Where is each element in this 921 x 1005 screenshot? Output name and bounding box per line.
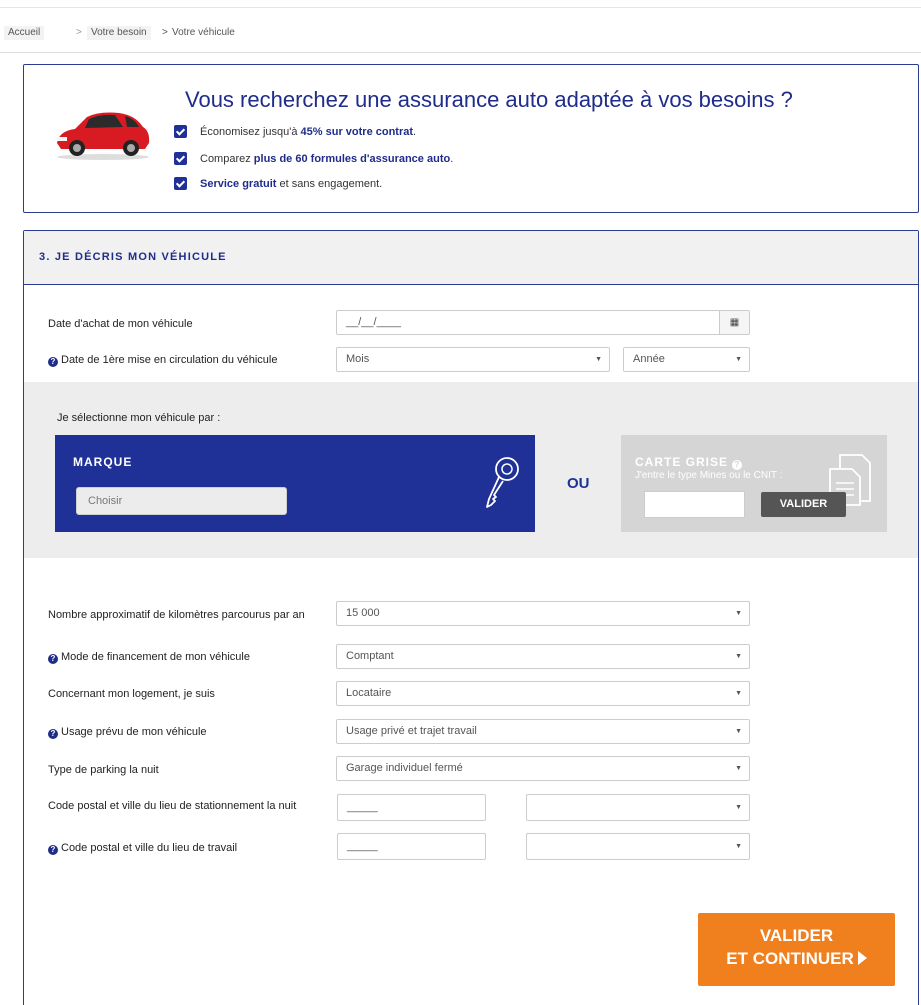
brand-title: MARQUE	[73, 455, 133, 469]
usage-label: ? Usage prévu de mon véhicule	[48, 725, 207, 739]
promo-banner: Vous recherchez une assurance auto adapt…	[23, 64, 919, 213]
work-postcode-value: _____	[347, 840, 378, 852]
financing-label: ? Mode de financement de mon véhicule	[48, 650, 250, 664]
usage-select[interactable]: Usage privé et trajet travail ▼	[336, 719, 750, 744]
financing-label-text: Mode de financement de mon véhicule	[61, 651, 250, 663]
submit-line-1: VALIDER	[759, 926, 834, 945]
promo-item-savings: Économisez jusqu'à 45% sur votre contrat…	[174, 125, 417, 139]
breadcrumb-home-link[interactable]: Accueil	[4, 26, 45, 40]
form-section-header: 3. JE DÉCRIS MON VÉHICULE	[24, 231, 918, 285]
promo-title: Vous recherchez une assurance auto adapt…	[185, 87, 793, 112]
or-separator: OU	[567, 475, 590, 492]
housing-select[interactable]: Locataire ▼	[336, 681, 750, 706]
registration-card: CARTE GRISE ? J'entre le type Mines ou l…	[621, 435, 887, 532]
registration-code-input[interactable]	[644, 491, 745, 518]
night-postcode-label: Code postal et ville du lieu de stationn…	[48, 800, 297, 812]
work-postcode-label: ? Code postal et ville du lieu de travail	[48, 841, 237, 855]
registration-title-text: CARTE GRISE	[635, 455, 729, 469]
year-select-value: Année	[633, 353, 665, 365]
mileage-select[interactable]: 15 000 ▼	[336, 601, 750, 626]
purchase-date-label: Date d'achat de mon véhicule	[48, 318, 193, 330]
promo-item-free: Service gratuit et sans engagement.	[174, 177, 383, 191]
breadcrumb-current: Votre véhicule	[172, 27, 235, 38]
promo-highlight: 45% sur votre contrat	[300, 126, 414, 138]
month-select[interactable]: Mois ▼	[336, 347, 610, 372]
chevron-down-icon: ▼	[735, 804, 742, 811]
parking-select[interactable]: Garage individuel fermé ▼	[336, 756, 750, 781]
purchase-date-value: __/__/____	[346, 316, 402, 328]
help-icon[interactable]: ?	[48, 357, 58, 367]
chevron-down-icon: ▼	[735, 356, 742, 363]
first-registration-label-text: Date de 1ère mise en circulation du véhi…	[61, 354, 278, 366]
help-icon[interactable]: ?	[48, 845, 58, 855]
checkbox-icon	[174, 125, 187, 138]
help-icon[interactable]: ?	[732, 460, 743, 470]
chevron-down-icon: ▼	[735, 690, 742, 697]
financing-select[interactable]: Comptant ▼	[336, 644, 750, 669]
registration-title: CARTE GRISE ?	[635, 455, 745, 470]
brand-select[interactable]: Choisir	[76, 487, 287, 515]
help-icon[interactable]: ?	[48, 654, 58, 664]
calendar-icon[interactable]: ▦	[719, 311, 749, 334]
top-divider	[0, 7, 921, 8]
breadcrumb-separator: >	[76, 27, 82, 38]
usage-select-value: Usage privé et trajet travail	[346, 725, 477, 737]
night-postcode-value: _____	[347, 801, 378, 813]
registration-subtitle: J'entre le type Mines ou le CNIT :	[635, 470, 783, 481]
checkbox-icon	[174, 177, 187, 190]
section-title: 3. JE DÉCRIS MON VÉHICULE	[39, 251, 227, 263]
work-postcode-label-text: Code postal et ville du lieu de travail	[61, 842, 238, 854]
parking-label: Type de parking la nuit	[48, 764, 159, 776]
vehicle-form-panel: 3. JE DÉCRIS MON VÉHICULE Date d'achat d…	[23, 230, 919, 1005]
mileage-label: Nombre approximatif de kilomètres parcou…	[48, 609, 305, 621]
chevron-down-icon: ▼	[735, 843, 742, 850]
year-select[interactable]: Année ▼	[623, 347, 750, 372]
chevron-down-icon: ▼	[735, 728, 742, 735]
promo-highlight: Service gratuit	[200, 178, 277, 190]
night-postcode-input[interactable]: _____	[337, 794, 486, 821]
breadcrumb-separator: >	[162, 27, 168, 38]
promo-text: Comparez	[200, 153, 254, 165]
breadcrumb: Accueil > Votre besoin > Votre véhicule	[0, 0, 921, 53]
chevron-down-icon: ▼	[735, 610, 742, 617]
work-city-select[interactable]: ▼	[526, 833, 750, 860]
promo-text: .	[450, 153, 454, 165]
promo-highlight: plus de 60 formules d'assurance auto	[253, 153, 451, 165]
parking-select-value: Garage individuel fermé	[346, 762, 463, 774]
vehicle-selection-zone: Je sélectionne mon véhicule par : MARQUE…	[24, 382, 918, 558]
help-icon[interactable]: ?	[48, 729, 58, 739]
selection-label: Je sélectionne mon véhicule par :	[57, 412, 221, 424]
first-registration-label: ? Date de 1ère mise en circulation du véh…	[48, 353, 277, 367]
chevron-down-icon: ▼	[735, 653, 742, 660]
chevron-down-icon: ▼	[595, 356, 602, 363]
promo-text: Économisez jusqu'à	[200, 126, 301, 138]
purchase-date-input[interactable]: __/__/____ ▦	[336, 310, 750, 335]
submit-line-2-text: ET CONTINUER	[726, 949, 854, 968]
validate-registration-button[interactable]: VALIDER	[761, 492, 846, 517]
mileage-select-value: 15 000	[346, 607, 380, 619]
brand-selection-card[interactable]: MARQUE Choisir	[55, 435, 535, 532]
validate-continue-button[interactable]: VALIDER ET CONTINUER	[698, 913, 895, 986]
housing-label: Concernant mon logement, je suis	[48, 688, 215, 700]
breadcrumb-step-link[interactable]: Votre besoin	[87, 26, 151, 40]
key-icon	[486, 457, 519, 508]
month-select-value: Mois	[346, 353, 370, 365]
car-image	[57, 112, 150, 160]
usage-label-text: Usage prévu de mon véhicule	[61, 726, 207, 738]
promo-text: et sans engagement.	[276, 178, 383, 190]
promo-item-compare: Comparez plus de 60 formules d'assurance…	[174, 152, 454, 166]
work-postcode-input[interactable]: _____	[337, 833, 486, 860]
submit-line-2: ET CONTINUER	[698, 947, 895, 970]
promo-text: .	[413, 126, 417, 138]
play-arrow-icon	[857, 951, 867, 965]
chevron-down-icon: ▼	[735, 765, 742, 772]
night-city-select[interactable]: ▼	[526, 794, 750, 821]
financing-select-value: Comptant	[346, 650, 394, 662]
checkbox-icon	[174, 152, 187, 165]
housing-select-value: Locataire	[346, 687, 392, 699]
